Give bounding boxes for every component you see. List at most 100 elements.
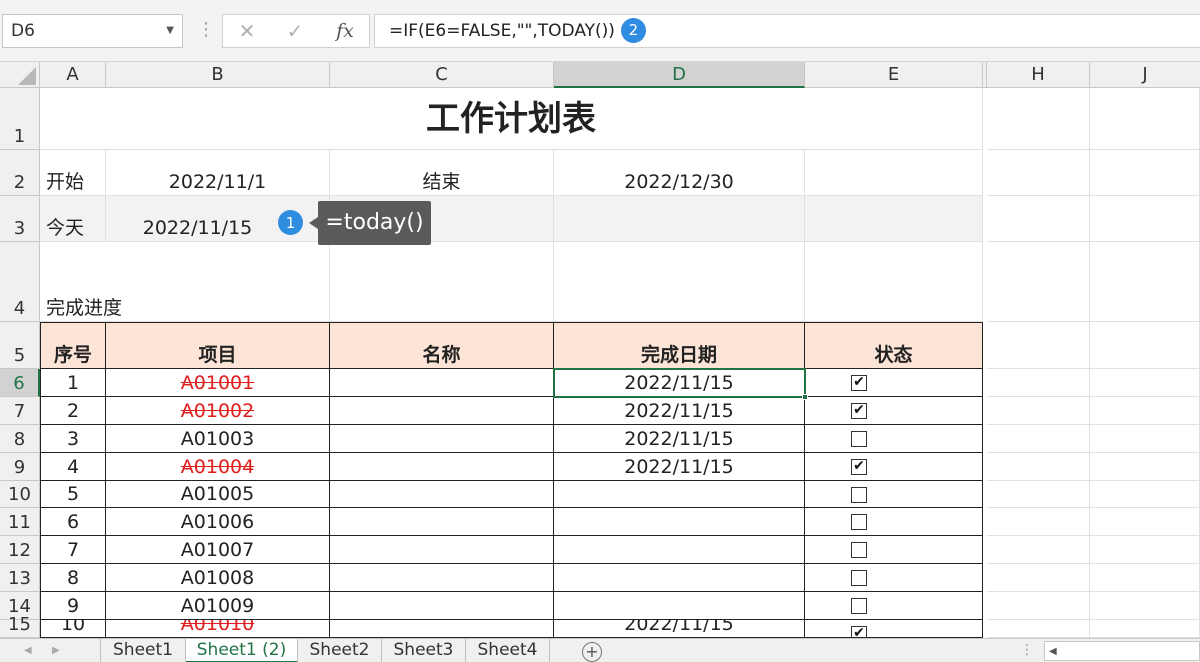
- select-all-button[interactable]: [0, 62, 40, 88]
- row-6-status[interactable]: [805, 508, 983, 536]
- row-1-no[interactable]: 1: [40, 369, 106, 397]
- tab-sheet1-2[interactable]: Sheet1 (2): [186, 639, 298, 662]
- column-header-a[interactable]: A: [40, 62, 106, 88]
- row-5-status[interactable]: [805, 481, 983, 508]
- cell-d3[interactable]: [554, 196, 805, 242]
- end-value[interactable]: 2022/12/30: [554, 150, 805, 196]
- row-header-8[interactable]: 8: [0, 425, 40, 453]
- row-4-status[interactable]: ✔: [805, 453, 983, 481]
- row-header-9[interactable]: 9: [0, 453, 40, 481]
- row-header-10[interactable]: 10: [0, 481, 40, 508]
- row-2-no[interactable]: 2: [40, 397, 106, 425]
- row-8-project[interactable]: A01008: [106, 564, 330, 592]
- cell-j9[interactable]: [1090, 453, 1200, 481]
- horizontal-scrollbar[interactable]: ◀: [1044, 641, 1200, 661]
- header-status[interactable]: 状态: [805, 322, 983, 369]
- row-4-date[interactable]: 2022/11/15: [554, 453, 805, 481]
- row-3-project[interactable]: A01003: [106, 425, 330, 453]
- column-header-c[interactable]: C: [330, 62, 554, 88]
- cell-e2[interactable]: [805, 150, 983, 196]
- row-header-5[interactable]: 5: [0, 322, 40, 369]
- cancel-icon[interactable]: ✕: [227, 15, 267, 47]
- row-6-no[interactable]: 6: [40, 508, 106, 536]
- row-header-13[interactable]: 13: [0, 564, 40, 592]
- chevron-down-icon[interactable]: ▼: [166, 15, 174, 47]
- cell-h13[interactable]: [987, 564, 1090, 592]
- checkbox-checked[interactable]: ✔: [851, 459, 867, 475]
- checkbox-unchecked[interactable]: [851, 570, 867, 586]
- row-8-no[interactable]: 8: [40, 564, 106, 592]
- row-7-status[interactable]: [805, 536, 983, 564]
- cell-j6[interactable]: [1090, 369, 1200, 397]
- checkbox-unchecked[interactable]: [851, 598, 867, 614]
- cell-e4[interactable]: [805, 242, 983, 322]
- column-header-e[interactable]: E: [805, 62, 983, 88]
- header-name[interactable]: 名称: [330, 322, 554, 369]
- header-project[interactable]: 项目: [106, 322, 330, 369]
- row-header-2[interactable]: 2: [0, 150, 40, 196]
- cell-h11[interactable]: [987, 508, 1090, 536]
- row-6-name[interactable]: [330, 508, 554, 536]
- header-no[interactable]: 序号: [40, 322, 106, 369]
- cell-h12[interactable]: [987, 536, 1090, 564]
- insert-function-icon[interactable]: fx: [325, 15, 365, 47]
- checkbox-unchecked[interactable]: [851, 487, 867, 503]
- cell-j7[interactable]: [1090, 397, 1200, 425]
- enter-icon[interactable]: ✓: [275, 15, 315, 47]
- row-header-12[interactable]: 12: [0, 536, 40, 564]
- row-6-date[interactable]: [554, 508, 805, 536]
- row-4-project[interactable]: A01004: [106, 453, 330, 481]
- row-9-status[interactable]: [805, 592, 983, 620]
- row-header-15[interactable]: 15: [0, 614, 40, 638]
- add-sheet-icon[interactable]: +: [582, 642, 602, 662]
- today-value[interactable]: 2022/11/15 1: [106, 196, 330, 242]
- cell-c4[interactable]: [330, 242, 554, 322]
- row-2-name[interactable]: [330, 397, 554, 425]
- tab-sheet1[interactable]: Sheet1: [100, 639, 186, 662]
- row-header-4[interactable]: 4: [0, 242, 40, 322]
- column-header-h[interactable]: H: [987, 62, 1090, 88]
- today-label[interactable]: 今天: [40, 196, 106, 242]
- cell-j15[interactable]: [1090, 620, 1200, 638]
- progress-label[interactable]: 完成进度: [40, 242, 330, 322]
- cell-h1[interactable]: [987, 88, 1090, 150]
- scroll-left-icon[interactable]: ◀: [1049, 642, 1057, 662]
- row-header-7[interactable]: 7: [0, 397, 40, 425]
- cell-j5[interactable]: [1090, 322, 1200, 369]
- row-5-no[interactable]: 5: [40, 481, 106, 508]
- row-header-1[interactable]: 1: [0, 88, 40, 150]
- cell-h3[interactable]: [987, 196, 1090, 242]
- cell-j1[interactable]: [1090, 88, 1200, 150]
- cell-j2[interactable]: [1090, 150, 1200, 196]
- cell-j11[interactable]: [1090, 508, 1200, 536]
- cell-h8[interactable]: [987, 425, 1090, 453]
- column-header-b[interactable]: B: [106, 62, 330, 88]
- checkbox-unchecked[interactable]: [851, 542, 867, 558]
- row-8-name[interactable]: [330, 564, 554, 592]
- more-options-icon[interactable]: ⋮: [197, 16, 215, 46]
- row-5-name[interactable]: [330, 481, 554, 508]
- row-10-project[interactable]: A01010: [106, 620, 330, 638]
- tab-prev-icon[interactable]: ◀: [24, 639, 32, 662]
- row-9-name[interactable]: [330, 592, 554, 620]
- row-3-status[interactable]: [805, 425, 983, 453]
- start-label[interactable]: 开始: [40, 150, 106, 196]
- row-4-no[interactable]: 4: [40, 453, 106, 481]
- sheet-title[interactable]: 工作计划表: [40, 88, 983, 150]
- row-9-project[interactable]: A01009: [106, 592, 330, 620]
- row-8-status[interactable]: [805, 564, 983, 592]
- start-value[interactable]: 2022/11/1: [106, 150, 330, 196]
- selected-cell-d6[interactable]: [553, 368, 808, 400]
- cell-e3[interactable]: [805, 196, 983, 242]
- header-date[interactable]: 完成日期: [554, 322, 805, 369]
- row-10-date[interactable]: 2022/11/15: [554, 620, 805, 638]
- end-label[interactable]: 结束: [330, 150, 554, 196]
- row-2-project[interactable]: A01002: [106, 397, 330, 425]
- cell-h15[interactable]: [987, 620, 1090, 638]
- row-7-date[interactable]: [554, 536, 805, 564]
- row-8-date[interactable]: [554, 564, 805, 592]
- row-10-name[interactable]: [330, 620, 554, 638]
- row-3-name[interactable]: [330, 425, 554, 453]
- name-box[interactable]: D6 ▼: [2, 14, 183, 48]
- cell-j4[interactable]: [1090, 242, 1200, 322]
